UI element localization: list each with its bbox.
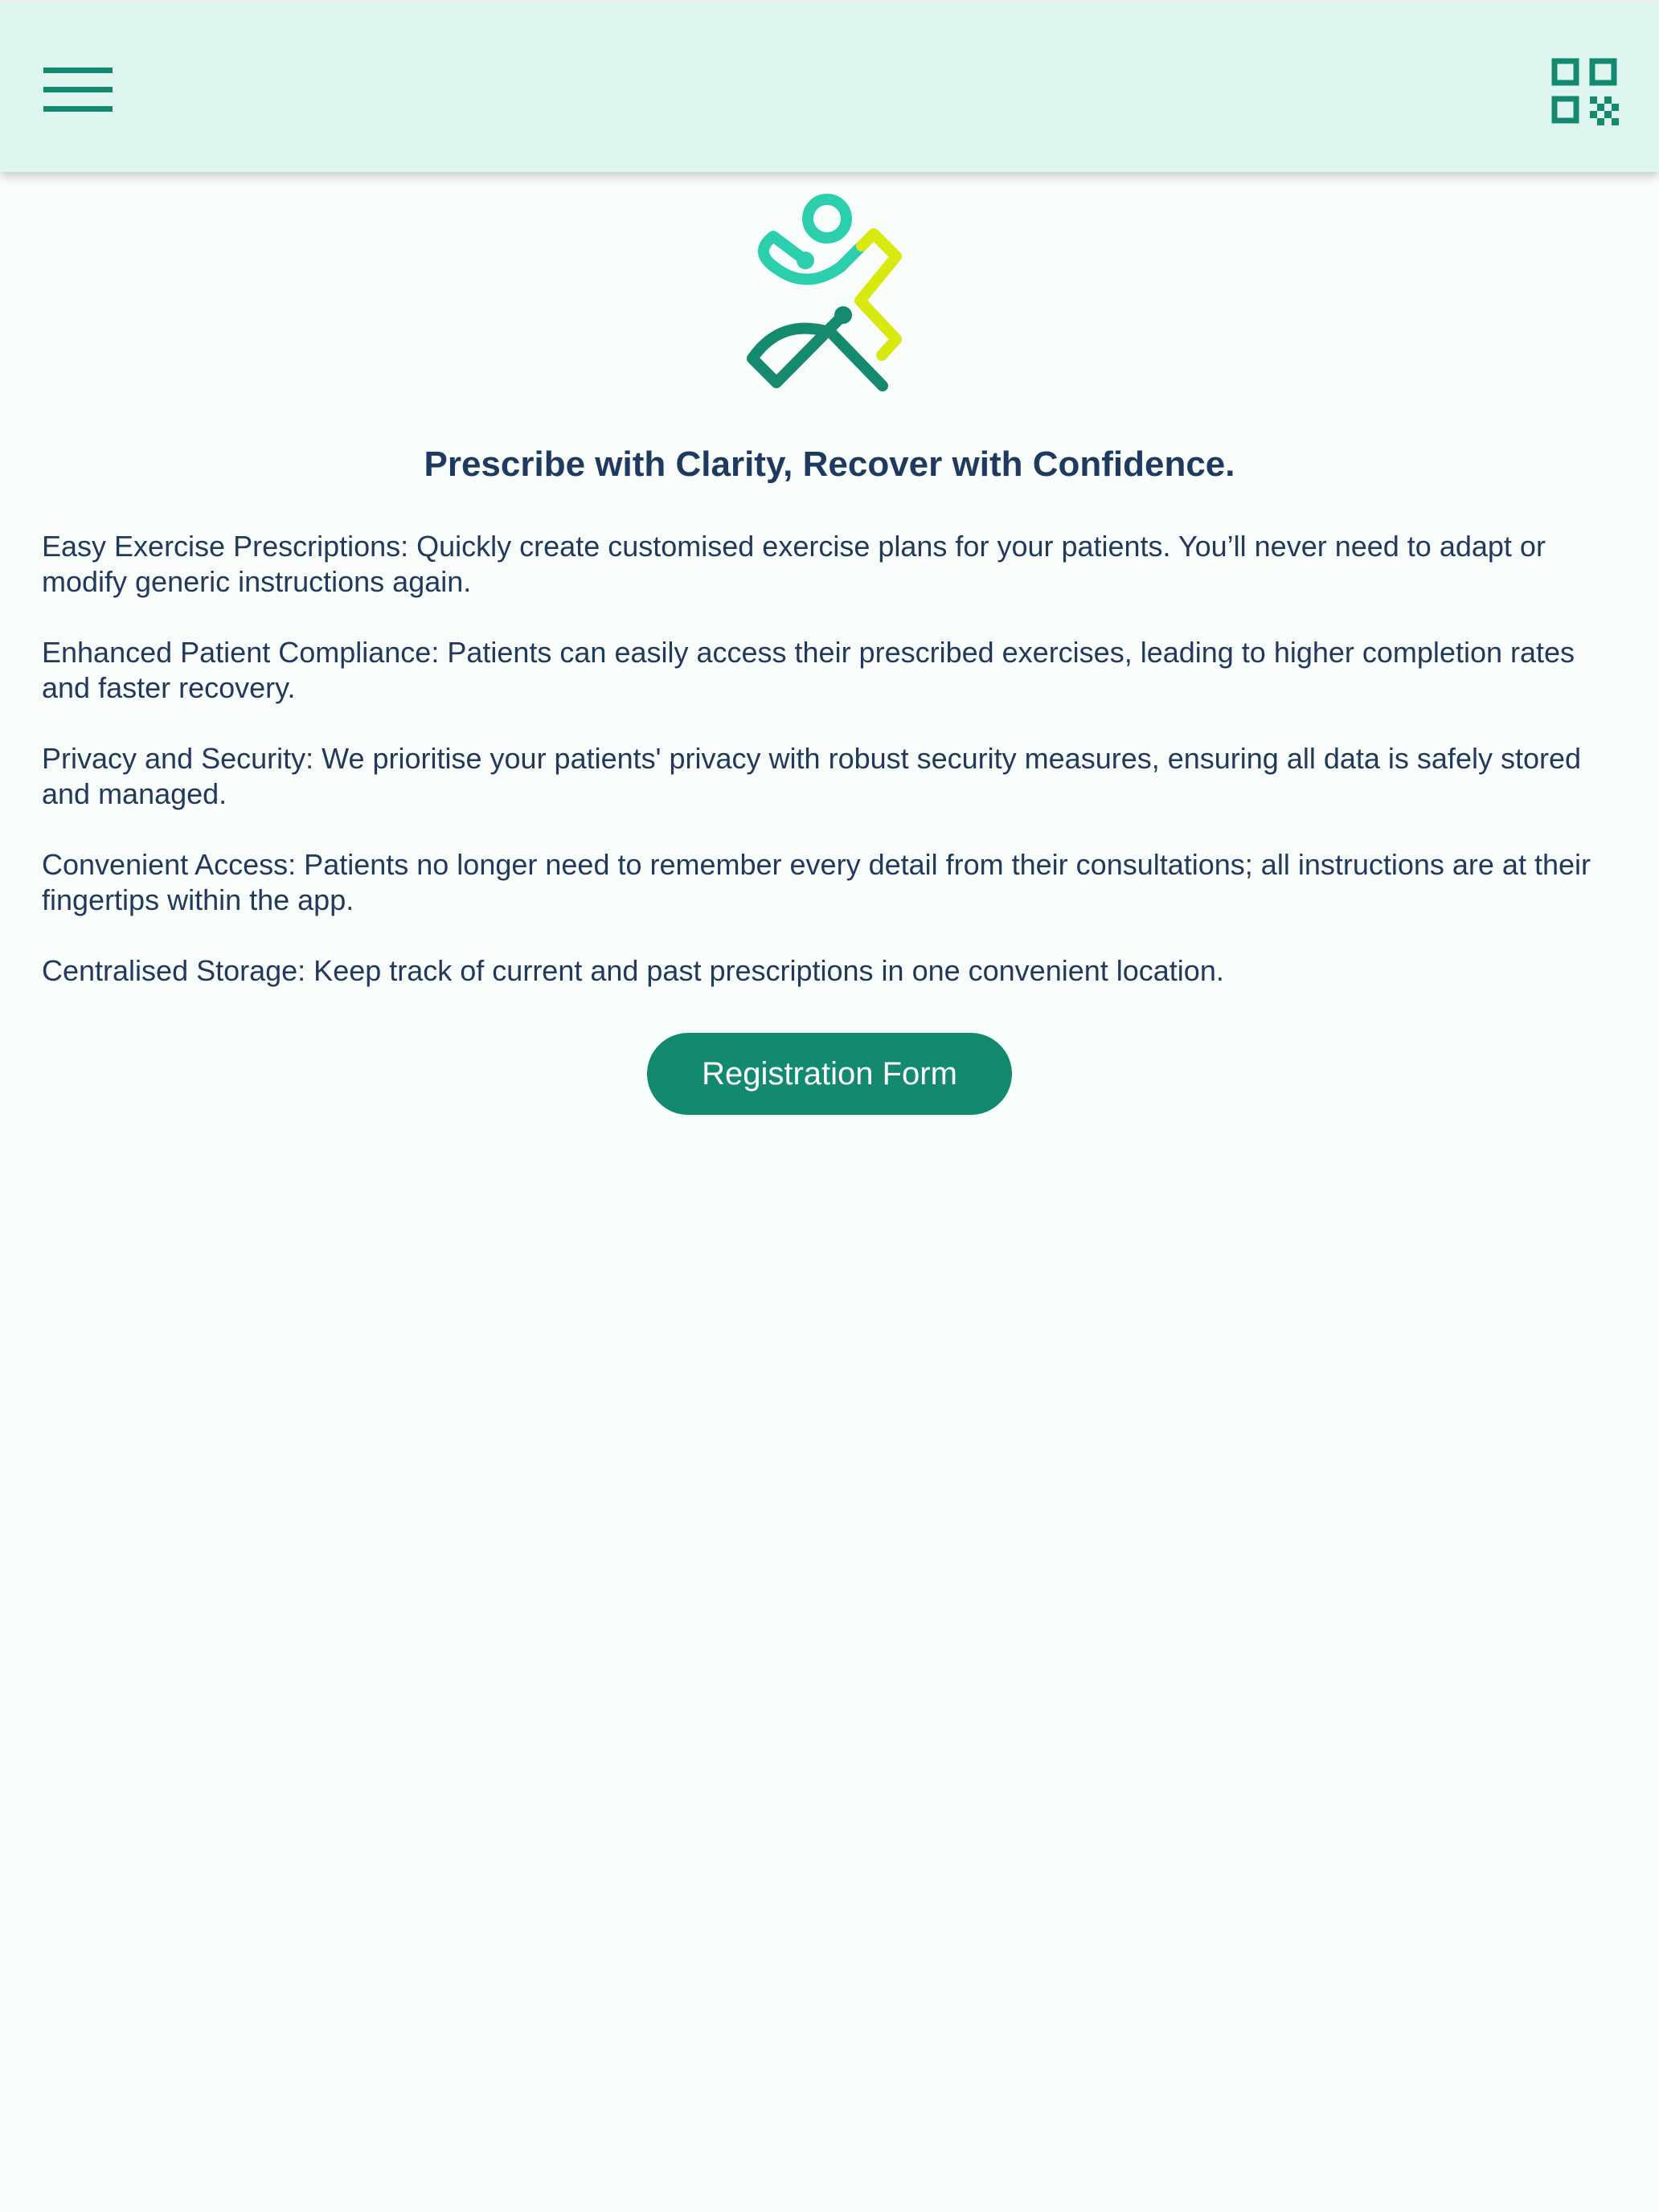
feature-item: Centralised Storage: Keep track of curre… [42, 954, 1224, 987]
headline: Prescribe with Clarity, Recover with Con… [424, 444, 1235, 484]
feature-item: Enhanced Patient Compliance: Patients ca… [42, 636, 1575, 704]
feature-list: Easy Exercise Prescriptions: Quickly cre… [42, 529, 1617, 1024]
brand-logo [741, 188, 916, 399]
feature-item: Easy Exercise Prescriptions: Quickly cre… [42, 530, 1546, 598]
registration-form-button[interactable]: Registration Form [647, 1033, 1012, 1115]
feature-item: Privacy and Security: We prioritise your… [42, 742, 1582, 810]
qr-code-icon [1551, 58, 1619, 125]
hamburger-menu-icon [43, 68, 113, 112]
brand-logo-figure [747, 194, 902, 391]
qr-code-button[interactable] [1550, 56, 1619, 125]
app-bar [0, 0, 1659, 172]
menu-button[interactable] [37, 58, 121, 121]
feature-item: Convenient Access: Patients no longer ne… [42, 848, 1591, 916]
